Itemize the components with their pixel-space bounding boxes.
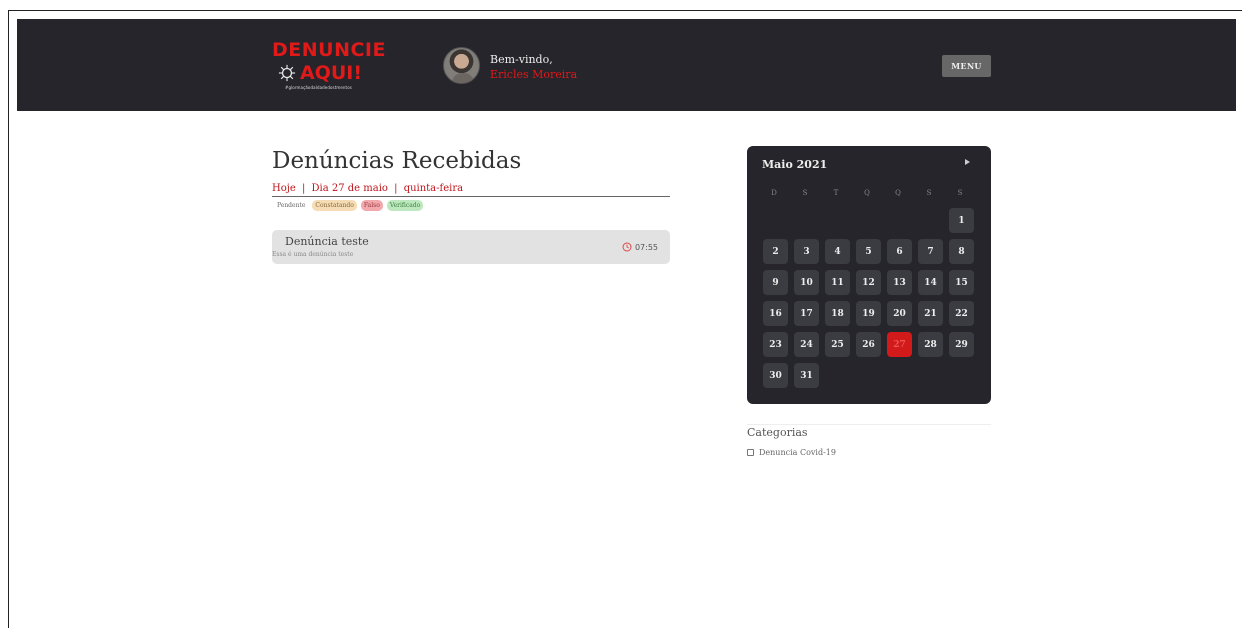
logo-tagline: #glormaçãodaIdadedostmentos — [285, 85, 352, 90]
current-date: Hoje | Dia 27 de maio | quinta-feira — [272, 183, 463, 194]
date-today: Hoje — [272, 183, 296, 194]
status-verificado: Verificado — [386, 200, 424, 211]
category-item[interactable]: Denuncia Covid-19 — [747, 448, 836, 457]
calendar-day[interactable]: 5 — [856, 239, 881, 264]
calendar-day[interactable]: 8 — [949, 239, 974, 264]
title-divider — [272, 196, 670, 197]
category-label: Denuncia Covid-19 — [759, 448, 836, 457]
weekday-label: Q — [864, 189, 870, 197]
top-navbar — [17, 19, 1236, 111]
calendar-widget: Maio 2021 D S T Q Q S S 1 2 3 4 5 6 7 8 … — [747, 146, 991, 404]
status-constatando: Constatando — [312, 200, 357, 211]
virus-icon — [278, 64, 296, 82]
calendar-day[interactable]: 14 — [918, 270, 943, 295]
calendar-day[interactable]: 30 — [763, 363, 788, 388]
calendar-day[interactable]: 24 — [794, 332, 819, 357]
welcome-text: Bem-vindo, Ericles Moreira — [490, 52, 577, 82]
report-title: Denúncia teste — [285, 235, 369, 248]
status-falso: Falso — [360, 200, 383, 211]
calendar-day[interactable]: 26 — [856, 332, 881, 357]
calendar-day[interactable]: 7 — [918, 239, 943, 264]
user-name[interactable]: Ericles Moreira — [490, 67, 577, 82]
categories-title: Categorias — [747, 426, 808, 439]
status-pendente: Pendente — [277, 202, 306, 209]
welcome-label: Bem-vindo, — [490, 53, 553, 66]
calendar-day[interactable]: 9 — [763, 270, 788, 295]
calendar-day[interactable]: 11 — [825, 270, 850, 295]
calendar-day[interactable]: 23 — [763, 332, 788, 357]
status-legend: Pendente Constatando Falso Verificado — [275, 200, 424, 211]
page-title: Denúncias Recebidas — [272, 148, 522, 174]
weekday-label: D — [771, 189, 777, 197]
next-month-icon[interactable] — [963, 158, 973, 168]
menu-button[interactable]: MENU — [942, 55, 991, 77]
calendar-day[interactable]: 21 — [918, 301, 943, 326]
calendar-day[interactable]: 3 — [794, 239, 819, 264]
report-description: Essa é uma denúncia teste — [272, 251, 354, 258]
report-time: 07:55 — [622, 242, 658, 252]
report-time-text: 07:55 — [634, 242, 658, 252]
weekday-label: T — [833, 189, 839, 197]
report-item[interactable]: Denúncia teste Essa é uma denúncia teste… — [272, 230, 670, 264]
calendar-day[interactable]: 13 — [887, 270, 912, 295]
logo-line1: DENUNCIE — [272, 39, 386, 61]
calendar-day[interactable]: 15 — [949, 270, 974, 295]
date-day: Dia 27 de maio — [311, 183, 388, 194]
calendar-day[interactable]: 16 — [763, 301, 788, 326]
category-checkbox[interactable] — [747, 449, 754, 456]
weekday-label: S — [802, 189, 808, 197]
calendar-day[interactable]: 29 — [949, 332, 974, 357]
logo-line2: AQUI! — [278, 63, 362, 83]
weekday-label: S — [957, 189, 963, 197]
calendar-day[interactable]: 25 — [825, 332, 850, 357]
calendar-day[interactable]: 4 — [825, 239, 850, 264]
calendar-month: Maio 2021 — [762, 158, 828, 171]
site-logo[interactable]: DENUNCIE AQUI! #glormaçãodaIdadedostment… — [272, 40, 397, 96]
calendar-day[interactable]: 6 — [887, 239, 912, 264]
date-separator: | — [394, 183, 398, 194]
weekday-label: Q — [895, 189, 901, 197]
weekday-label: S — [926, 189, 932, 197]
calendar-day[interactable]: 17 — [794, 301, 819, 326]
logo-word: AQUI! — [300, 62, 363, 84]
clock-icon — [622, 242, 632, 252]
date-separator: | — [301, 183, 306, 194]
calendar-day[interactable]: 31 — [794, 363, 819, 388]
calendar-day[interactable]: 19 — [856, 301, 881, 326]
calendar-day[interactable]: 20 — [887, 301, 912, 326]
calendar-day[interactable]: 1 — [949, 208, 974, 233]
user-avatar[interactable] — [443, 47, 480, 84]
date-weekday: quinta-feira — [403, 183, 464, 194]
calendar-day-today[interactable]: 27 — [887, 332, 912, 357]
categories-divider — [747, 424, 991, 425]
calendar-day[interactable]: 12 — [856, 270, 881, 295]
calendar-day[interactable]: 10 — [794, 270, 819, 295]
calendar-day[interactable]: 18 — [825, 301, 850, 326]
calendar-day[interactable]: 28 — [918, 332, 943, 357]
calendar-day[interactable]: 22 — [949, 301, 974, 326]
calendar-day[interactable]: 2 — [763, 239, 788, 264]
